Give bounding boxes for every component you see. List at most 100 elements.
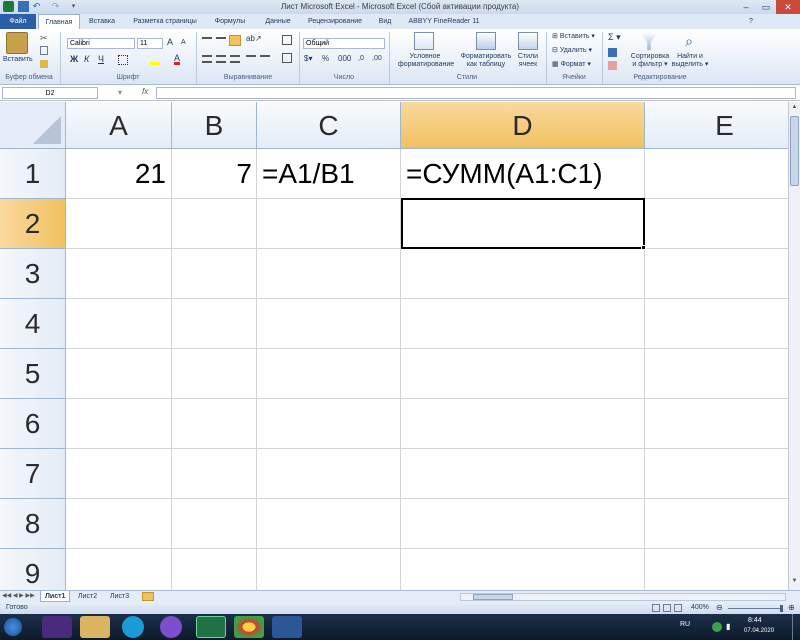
sheet-tab-1[interactable]: Лист1 bbox=[40, 591, 71, 602]
tab-file[interactable]: Файл bbox=[0, 14, 36, 29]
excel-taskbar-icon[interactable] bbox=[196, 616, 226, 638]
help-icon[interactable]: ? bbox=[744, 14, 758, 29]
sheet-tab-3[interactable]: Лист3 bbox=[106, 591, 133, 602]
cell-c1[interactable]: =A1/B1 bbox=[262, 149, 398, 199]
close-button[interactable]: ✕ bbox=[776, 0, 800, 14]
tab-view[interactable]: Вид bbox=[370, 14, 400, 29]
select-all-corner[interactable] bbox=[0, 102, 66, 149]
delete-cells-button[interactable]: ⊟ Удалить ▾ bbox=[552, 47, 592, 55]
sheet-nav-icons[interactable]: ◀◀ ◀ ▶ ▶▶ bbox=[2, 592, 35, 599]
zoom-level[interactable]: 400% bbox=[691, 602, 709, 614]
shrink-font-icon[interactable]: A bbox=[181, 39, 186, 47]
row-header-2[interactable]: 2 bbox=[0, 199, 66, 249]
zoom-slider[interactable] bbox=[728, 608, 782, 609]
cell-d1[interactable]: =СУММ(A1:C1) bbox=[406, 149, 642, 199]
tray-check-icon[interactable] bbox=[712, 622, 722, 632]
tab-formulas[interactable]: Формулы bbox=[206, 14, 254, 29]
name-box[interactable]: D2 bbox=[2, 87, 98, 99]
autosum-icon[interactable]: Σ ▾ bbox=[608, 33, 621, 42]
show-desktop-button[interactable] bbox=[792, 614, 800, 640]
tab-abbyy[interactable]: ABBYY FineReader 11 bbox=[404, 14, 484, 29]
column-header-d[interactable]: D bbox=[401, 102, 645, 149]
word-icon[interactable] bbox=[272, 616, 302, 638]
zoom-out-icon[interactable]: ⊖ bbox=[716, 602, 723, 614]
save-icon[interactable] bbox=[18, 1, 29, 12]
fill-color-icon[interactable] bbox=[150, 55, 160, 65]
clear-icon[interactable] bbox=[608, 61, 617, 70]
active-cell-d2[interactable] bbox=[401, 198, 645, 249]
underline-icon[interactable]: Ч bbox=[98, 55, 104, 64]
comma-format-icon[interactable]: 000 bbox=[338, 55, 351, 63]
customize-qat-icon[interactable]: ▾ bbox=[68, 1, 79, 12]
paste-button[interactable]: Вставить bbox=[3, 56, 33, 64]
visual-studio-icon[interactable] bbox=[42, 616, 72, 638]
excel-app-icon[interactable] bbox=[3, 1, 14, 12]
align-right-icon[interactable] bbox=[230, 55, 240, 63]
insert-function-icon[interactable]: fx bbox=[142, 87, 154, 99]
zoom-in-icon[interactable]: ⊕ bbox=[788, 602, 795, 614]
vertical-scrollbar[interactable]: ▲ ▼ bbox=[788, 102, 800, 590]
language-indicator[interactable]: RU bbox=[680, 621, 690, 628]
row-header-4[interactable]: 4 bbox=[0, 299, 66, 349]
increase-indent-icon[interactable] bbox=[260, 55, 270, 63]
name-box-dropdown-icon[interactable]: ▾ bbox=[118, 88, 122, 97]
column-header-a[interactable]: A bbox=[66, 102, 172, 149]
format-as-table-icon[interactable] bbox=[476, 32, 496, 50]
file-explorer-icon[interactable] bbox=[80, 616, 110, 638]
fill-icon[interactable] bbox=[608, 48, 617, 57]
align-top-icon[interactable] bbox=[202, 37, 212, 45]
increase-decimal-icon[interactable]: ,0 bbox=[358, 55, 364, 63]
chrome-icon[interactable] bbox=[234, 616, 264, 638]
zoom-slider-thumb[interactable] bbox=[780, 605, 783, 612]
font-name-select[interactable]: Calibri bbox=[67, 38, 135, 49]
start-button[interactable] bbox=[4, 618, 22, 636]
sort-filter-button[interactable]: Сортировкавыделитьи фильтр ▾ bbox=[624, 53, 676, 69]
bold-icon[interactable]: Ж bbox=[70, 55, 78, 64]
page-break-view-icon[interactable] bbox=[674, 604, 682, 612]
cut-icon[interactable]: ✂ bbox=[40, 33, 48, 44]
fill-handle[interactable] bbox=[641, 245, 646, 250]
tab-data[interactable]: Данные bbox=[256, 14, 300, 29]
copy-icon[interactable] bbox=[40, 46, 48, 55]
column-header-c[interactable]: C bbox=[257, 102, 401, 149]
cell-b1[interactable]: 7 bbox=[172, 149, 252, 199]
wrap-text-icon[interactable] bbox=[282, 35, 292, 45]
orientation-icon[interactable]: ab↗ bbox=[246, 35, 262, 43]
minimize-button[interactable]: – bbox=[736, 0, 756, 14]
conditional-formatting-button[interactable]: Условное форматирование bbox=[398, 53, 454, 69]
vertical-scroll-thumb[interactable] bbox=[790, 116, 799, 186]
currency-format-icon[interactable]: $▾ bbox=[304, 55, 312, 63]
viber-icon[interactable] bbox=[160, 616, 182, 638]
row-header-6[interactable]: 6 bbox=[0, 399, 66, 449]
scroll-up-icon[interactable]: ▲ bbox=[790, 104, 799, 113]
column-header-e[interactable]: E bbox=[645, 102, 788, 149]
network-icon[interactable]: ▮ bbox=[726, 622, 736, 632]
redo-icon[interactable]: ↷ bbox=[50, 1, 61, 12]
format-as-table-button[interactable]: Форматировать как таблицу bbox=[458, 53, 514, 69]
normal-view-icon[interactable] bbox=[652, 604, 660, 612]
format-painter-icon[interactable] bbox=[40, 60, 48, 68]
format-cells-button[interactable]: ▦ Формат ▾ bbox=[552, 61, 591, 69]
new-sheet-icon[interactable] bbox=[142, 592, 154, 601]
paste-icon[interactable] bbox=[6, 32, 28, 54]
decrease-indent-icon[interactable] bbox=[246, 55, 256, 63]
grow-font-icon[interactable]: A bbox=[167, 38, 173, 47]
undo-icon[interactable]: ↶ bbox=[31, 1, 42, 12]
tab-page-layout[interactable]: Разметка страницы bbox=[126, 14, 204, 29]
font-color-icon[interactable]: A bbox=[174, 54, 181, 65]
tab-review[interactable]: Рецензирование bbox=[302, 14, 368, 29]
number-format-select[interactable]: Общий bbox=[303, 38, 385, 49]
maximize-button[interactable]: ▭ bbox=[756, 0, 776, 14]
scroll-down-icon[interactable]: ▼ bbox=[790, 578, 799, 587]
row-header-7[interactable]: 7 bbox=[0, 449, 66, 499]
insert-cells-button[interactable]: ⊞ Вставить ▾ bbox=[552, 33, 595, 41]
font-size-select[interactable]: 11 bbox=[137, 38, 163, 49]
borders-icon[interactable] bbox=[118, 55, 128, 65]
row-header-9[interactable]: 9 bbox=[0, 549, 66, 590]
formula-input[interactable] bbox=[156, 87, 796, 99]
horizontal-scroll-thumb[interactable] bbox=[473, 594, 513, 600]
percent-format-icon[interactable]: % bbox=[322, 55, 329, 63]
sort-filter-icon[interactable] bbox=[640, 32, 658, 50]
page-layout-view-icon[interactable] bbox=[663, 604, 671, 612]
tab-home[interactable]: Главная bbox=[38, 14, 80, 29]
